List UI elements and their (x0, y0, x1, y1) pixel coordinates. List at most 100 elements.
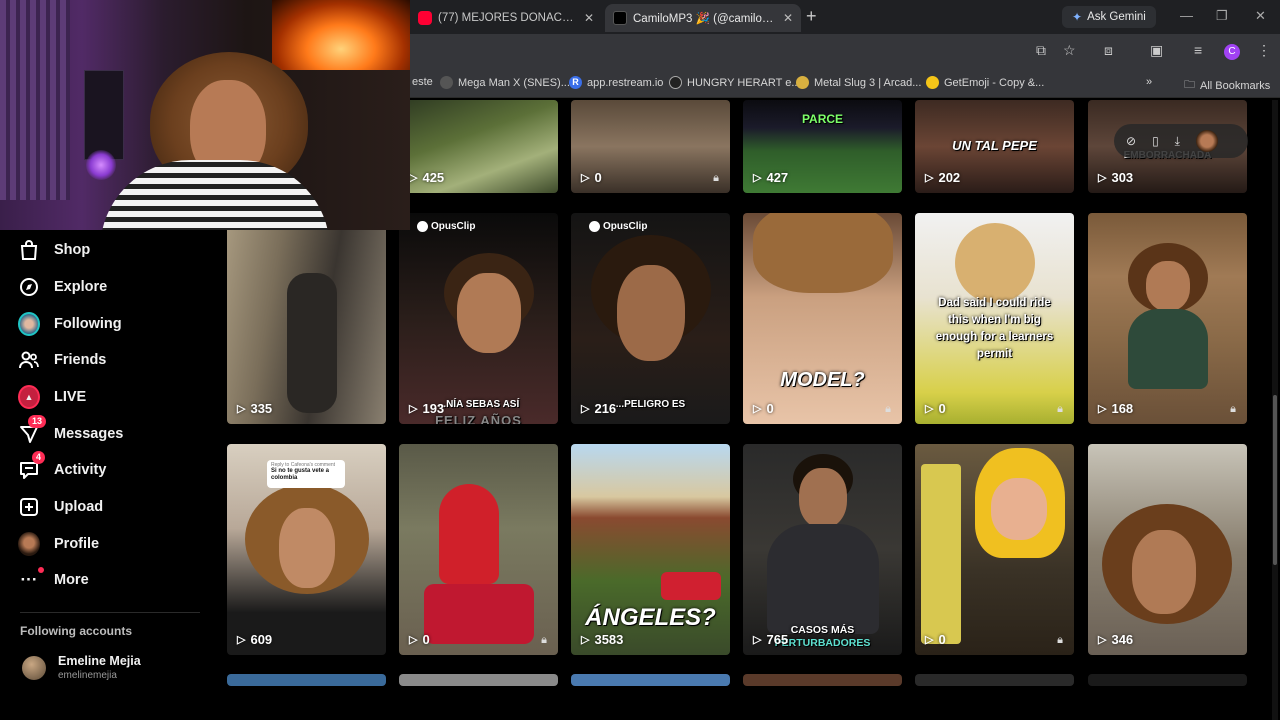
video-tile[interactable]: OpusClip ...NÍA SEBAS ASÍ FELIZ AÑOS ▷ 19… (399, 213, 558, 424)
download-icon[interactable]: ⤓ (1175, 134, 1180, 149)
video-tile[interactable]: UN TAL PEPE ▷ 202 (915, 100, 1074, 193)
following-avatar (18, 312, 40, 336)
video-tile[interactable] (1088, 674, 1247, 686)
sidebar-item-friends[interactable]: Friends (18, 347, 106, 373)
sidebar-item-label: More (54, 572, 89, 588)
sidebar-item-messages[interactable]: 13 Messages (18, 415, 124, 447)
bookmark-item[interactable]: HUNGRY HERART e... (669, 76, 801, 89)
media-icon[interactable]: ≡ (1194, 42, 1202, 58)
video-overlay-text: UN TAL PEPE (952, 138, 1037, 153)
more-bookmarks-button[interactable]: » (1146, 76, 1152, 88)
following-accounts-title: Following accounts (20, 624, 133, 638)
view-count: ▷ 168 (1098, 401, 1134, 416)
youtube-icon (418, 11, 432, 25)
view-count: ▷ 0 (581, 170, 602, 185)
compass-icon[interactable]: ⊘ (1126, 134, 1136, 148)
creator-avatar[interactable] (1195, 130, 1218, 152)
video-tile[interactable]: OpusClip ...PELIGRO ES ▷ 216 (571, 213, 730, 424)
play-icon: ▷ (237, 634, 246, 646)
video-tile[interactable]: ▷ 346 (1088, 444, 1247, 655)
view-count: ▷ 346 (1098, 632, 1134, 647)
video-tile[interactable] (399, 674, 558, 686)
emoji-icon (926, 76, 939, 89)
close-icon[interactable]: ✕ (783, 11, 793, 25)
video-tile[interactable]: ▷ 335 (227, 213, 386, 424)
sidebar-item-upload[interactable]: Upload (18, 494, 103, 520)
friends-icon (18, 349, 40, 371)
play-icon: ▷ (409, 634, 418, 646)
scrollbar-thumb[interactable] (1273, 395, 1277, 565)
sidebar-item-following[interactable]: Following (18, 311, 122, 337)
all-bookmarks-button[interactable]: 🗀 All Bookmarks (1184, 76, 1270, 95)
sidebar-item-label: Messages (54, 426, 124, 442)
account-avatar[interactable] (22, 656, 46, 680)
shopping-bag-icon (18, 239, 40, 261)
video-tile[interactable] (227, 674, 386, 686)
phone-icon[interactable]: ▯ (1152, 134, 1159, 148)
video-tile[interactable]: ÁNGELES? ▷ 3583 (571, 444, 730, 655)
video-tile[interactable]: Reply to Cafeona's comment Si no te gust… (227, 444, 386, 655)
sidebar-item-label: Shop (54, 242, 91, 258)
sidebar-item-more[interactable]: ··· More (18, 567, 89, 593)
comment-reply-sticker: Reply to Cafeona's comment Si no te gust… (267, 460, 345, 488)
sidebar-item-profile[interactable]: Profile (18, 531, 99, 557)
play-icon: ▷ (581, 403, 590, 415)
play-icon: ▷ (1098, 634, 1107, 646)
video-tile[interactable]: ▷ 0 🔒︎ (399, 444, 558, 655)
tab-title: (77) MEJORES DONACIONES DE (438, 12, 576, 24)
video-tile[interactable] (915, 674, 1074, 686)
video-tile[interactable]: ▷ 0 🔒︎ (571, 100, 730, 193)
bookmark-item[interactable]: Mega Man X (SNES)... (440, 76, 570, 89)
maximize-button[interactable]: ❐ (1216, 8, 1228, 24)
view-count: ▷ 0 (409, 632, 430, 647)
lock-icon: 🔒︎ (541, 634, 547, 646)
video-tile[interactable]: ▷ 425 (399, 100, 558, 193)
bookmark-item[interactable]: Rapp.restream.io (569, 76, 663, 89)
sidebar-icon[interactable]: ▣ (1150, 42, 1163, 59)
game-icon (440, 76, 453, 89)
live-icon: ▲ (18, 385, 40, 409)
sidebar-item-shop[interactable]: Shop (18, 237, 90, 263)
sidebar-item-label: Upload (54, 499, 104, 515)
bookmark-star-icon[interactable]: ☆ (1063, 42, 1076, 59)
play-icon: ▷ (1098, 403, 1107, 415)
arcade-icon (796, 76, 809, 89)
video-tile[interactable] (743, 674, 902, 686)
browser-tab-active[interactable]: CamiloMP3 🎉 (@camilomp3) | TikTok ✕ (605, 4, 801, 32)
new-tab-button[interactable]: + (806, 6, 817, 27)
video-tile[interactable]: ▷ 0 🔒︎ (915, 444, 1074, 655)
profile-button[interactable]: C (1224, 44, 1240, 60)
bookmark-item[interactable]: GetEmoji - Copy &... (926, 76, 1044, 89)
video-tile[interactable] (571, 674, 730, 686)
close-icon[interactable]: ✕ (584, 11, 594, 25)
video-tile[interactable]: PARCE ▷ 427 (743, 100, 902, 193)
account-handle[interactable]: emelinemejia (58, 670, 117, 681)
close-window-button[interactable]: ✕ (1255, 8, 1266, 24)
play-icon: ▷ (753, 403, 762, 415)
ask-gemini-button[interactable]: ✦ Ask Gemini (1062, 6, 1156, 28)
video-tile[interactable]: Dad said I could ride this when I'm big … (915, 213, 1074, 424)
bookmark-item[interactable]: este (412, 76, 433, 88)
minimize-button[interactable]: — (1180, 8, 1193, 23)
tab-title: CamiloMP3 🎉 (@camilomp3) | TikTok (633, 13, 775, 25)
sidebar-item-activity[interactable]: 4 Activity (18, 451, 107, 483)
bookmark-item[interactable]: Metal Slug 3 | Arcad... (796, 76, 921, 89)
extensions-icon[interactable]: ⧈ (1104, 42, 1113, 59)
browser-tab[interactable]: (77) MEJORES DONACIONES DE ✕ (410, 4, 602, 32)
sidebar-item-live[interactable]: ▲ LIVE (18, 384, 86, 410)
video-tile[interactable]: ▷ 168 🔒︎ (1088, 213, 1247, 424)
account-name[interactable]: Emeline Mejia (58, 654, 141, 668)
sidebar-item-explore[interactable]: Explore (18, 274, 107, 300)
cast-icon[interactable]: ⧉ (1036, 42, 1046, 59)
lock-icon: 🔒︎ (1057, 403, 1063, 415)
sidebar-item-label: Profile (54, 536, 100, 552)
more-icon: ··· (18, 567, 44, 591)
video-tile[interactable]: CASOS MÁS PERTURBADORES ▷ 765 (743, 444, 902, 655)
opusclip-watermark: OpusClip (417, 221, 475, 232)
play-icon: ▷ (581, 172, 590, 184)
sidebar-item-label: Activity (54, 462, 107, 478)
activity-icon: 4 (18, 451, 46, 481)
menu-icon[interactable]: ⋮ (1257, 42, 1271, 59)
video-tile[interactable]: MODEL? ▷ 0 🔒︎ (743, 213, 902, 424)
sidebar-divider (20, 612, 200, 613)
